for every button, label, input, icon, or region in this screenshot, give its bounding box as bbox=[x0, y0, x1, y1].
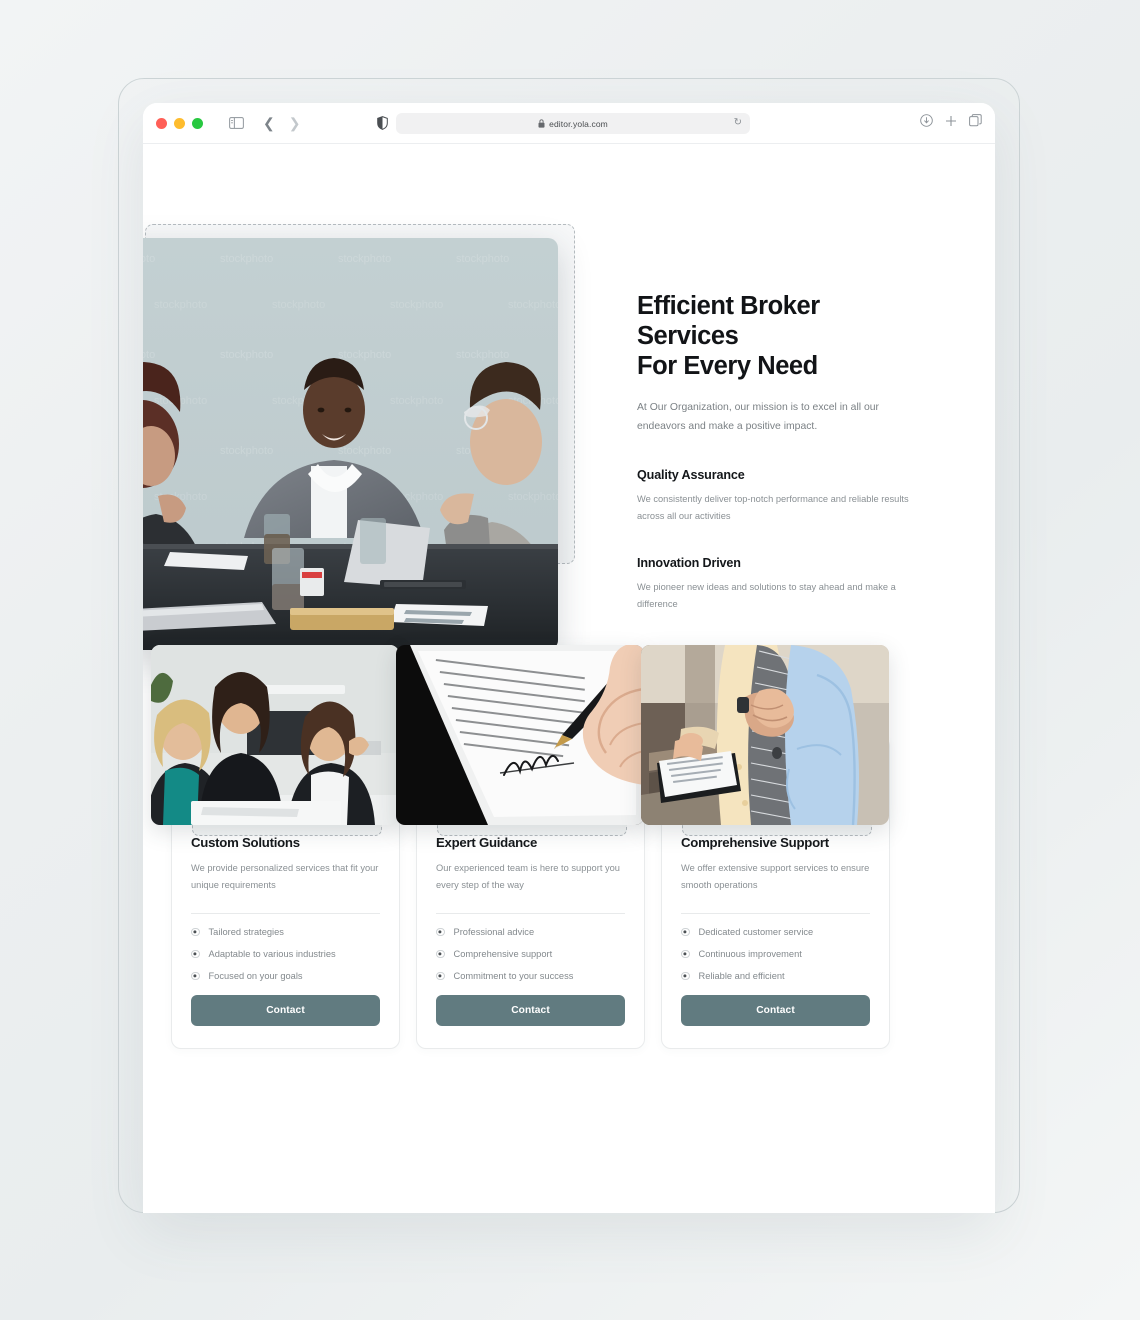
list-item-label: Adaptable to various industries bbox=[208, 948, 336, 959]
navigation-arrows: ❮ ❯ bbox=[263, 116, 300, 130]
bullet-icon bbox=[681, 949, 690, 959]
service-card-comprehensive-support: Comprehensive Support We offer extensive… bbox=[641, 645, 890, 1049]
maximize-window-button[interactable] bbox=[192, 117, 203, 129]
privacy-shield-icon[interactable] bbox=[377, 116, 388, 135]
service-card-custom-solutions: Custom Solutions We provide personalized… bbox=[151, 645, 400, 1049]
tabs-overview-icon[interactable] bbox=[969, 114, 982, 127]
feature-title: Quality Assurance bbox=[637, 467, 745, 482]
list-item: Comprehensive support bbox=[436, 949, 625, 959]
card-title: Custom Solutions bbox=[191, 835, 300, 850]
bullet-icon bbox=[191, 971, 200, 981]
list-item: Dedicated customer service bbox=[681, 927, 870, 937]
card-divider bbox=[436, 912, 625, 914]
bullet-icon bbox=[436, 949, 445, 959]
lock-icon bbox=[538, 119, 545, 128]
card-divider bbox=[191, 912, 380, 914]
shield-icon bbox=[377, 116, 388, 130]
list-item-label: Reliable and efficient bbox=[698, 970, 785, 981]
download-icon[interactable] bbox=[920, 114, 933, 127]
close-window-button[interactable] bbox=[156, 117, 167, 129]
card-title: Expert Guidance bbox=[436, 835, 538, 850]
bullet-icon bbox=[436, 927, 445, 937]
browser-toolbar: ❮ ❯ editor.yola.com ↻ bbox=[143, 103, 995, 144]
card-title: Comprehensive Support bbox=[681, 835, 829, 850]
card-image[interactable] bbox=[641, 645, 889, 825]
card-bullet-list: Tailored strategies Adaptable to various… bbox=[191, 927, 380, 981]
list-item-label: Dedicated customer service bbox=[698, 926, 814, 937]
forward-button[interactable]: ❯ bbox=[289, 116, 301, 130]
handshake-agreement-photo bbox=[641, 645, 889, 825]
page-title: Efficient Broker Services For Every Need bbox=[637, 292, 927, 381]
card-bullet-list: Professional advice Comprehensive suppor… bbox=[436, 927, 625, 981]
feature-body: We pioneer new ideas and solutions to st… bbox=[637, 581, 896, 610]
list-item: Commitment to your success bbox=[436, 971, 625, 981]
toolbar-actions bbox=[920, 114, 982, 127]
list-item-label: Comprehensive support bbox=[453, 948, 553, 959]
list-item: Professional advice bbox=[436, 927, 625, 937]
plus-icon[interactable] bbox=[945, 115, 957, 127]
contact-button[interactable]: Contact bbox=[191, 994, 380, 1026]
url-text: editor.yola.com bbox=[549, 118, 608, 129]
sidebar-toggle-button[interactable] bbox=[229, 117, 244, 129]
card-image[interactable] bbox=[396, 645, 644, 825]
bullet-icon bbox=[681, 971, 690, 981]
bullet-icon bbox=[681, 927, 690, 937]
back-button[interactable]: ❮ bbox=[263, 116, 275, 130]
sidebar-icon bbox=[229, 117, 244, 129]
hero-title-line-1: Efficient Broker Services bbox=[637, 292, 820, 350]
list-item: Reliable and efficient bbox=[681, 971, 870, 981]
list-item: Focused on your goals bbox=[191, 971, 380, 981]
card-description: We provide personalized services that fi… bbox=[191, 863, 379, 890]
feature-title: Innovation Driven bbox=[637, 555, 741, 570]
feature-quality-assurance: Quality Assurance We consistently delive… bbox=[637, 468, 927, 525]
hero-subtitle: At Our Organization, our mission is to e… bbox=[637, 402, 879, 432]
feature-innovation-driven: Innovation Driven We pioneer new ideas a… bbox=[637, 556, 927, 613]
card-description: We offer extensive support services to e… bbox=[681, 863, 870, 890]
minimize-window-button[interactable] bbox=[174, 117, 185, 129]
bullet-icon bbox=[191, 949, 200, 959]
list-item-label: Focused on your goals bbox=[208, 970, 303, 981]
service-card-expert-guidance: Expert Guidance Our experienced team is … bbox=[396, 645, 645, 1049]
card-description: Our experienced team is here to support … bbox=[436, 863, 620, 890]
list-item-label: Continuous improvement bbox=[698, 948, 802, 959]
contact-button[interactable]: Contact bbox=[681, 994, 870, 1026]
window-controls bbox=[156, 117, 203, 129]
list-item: Continuous improvement bbox=[681, 949, 870, 959]
browser-window: ❮ ❯ editor.yola.com ↻ Efficient Broker S… bbox=[143, 103, 995, 1213]
business-meeting-photo: stockphoto stockphoto bbox=[143, 238, 558, 650]
website-canvas: stockphoto stockphoto bbox=[143, 144, 995, 1213]
team-collaboration-photo bbox=[151, 645, 399, 825]
card-divider bbox=[681, 912, 870, 914]
feature-body: We consistently deliver top-notch perfor… bbox=[637, 493, 909, 521]
hero-image[interactable]: stockphoto stockphoto bbox=[143, 238, 558, 650]
bullet-icon bbox=[436, 971, 445, 981]
contact-button[interactable]: Contact bbox=[436, 994, 625, 1026]
list-item-label: Commitment to your success bbox=[453, 970, 574, 981]
hero-title-line-2: For Every Need bbox=[637, 351, 818, 380]
bullet-icon bbox=[191, 927, 200, 937]
hero-section: stockphoto stockphoto bbox=[143, 144, 995, 650]
list-item: Tailored strategies bbox=[191, 927, 380, 937]
card-image[interactable] bbox=[151, 645, 399, 825]
card-bullet-list: Dedicated customer service Continuous im… bbox=[681, 927, 870, 981]
hero-copy: Efficient Broker Services For Every Need… bbox=[637, 292, 927, 613]
service-cards-row: Custom Solutions We provide personalized… bbox=[151, 645, 967, 1049]
contract-signing-photo bbox=[396, 645, 644, 825]
list-item-label: Tailored strategies bbox=[208, 926, 284, 937]
list-item-label: Professional advice bbox=[453, 926, 535, 937]
reload-button[interactable]: ↻ bbox=[734, 117, 742, 128]
address-bar[interactable]: editor.yola.com ↻ bbox=[396, 113, 750, 134]
list-item: Adaptable to various industries bbox=[191, 949, 380, 959]
